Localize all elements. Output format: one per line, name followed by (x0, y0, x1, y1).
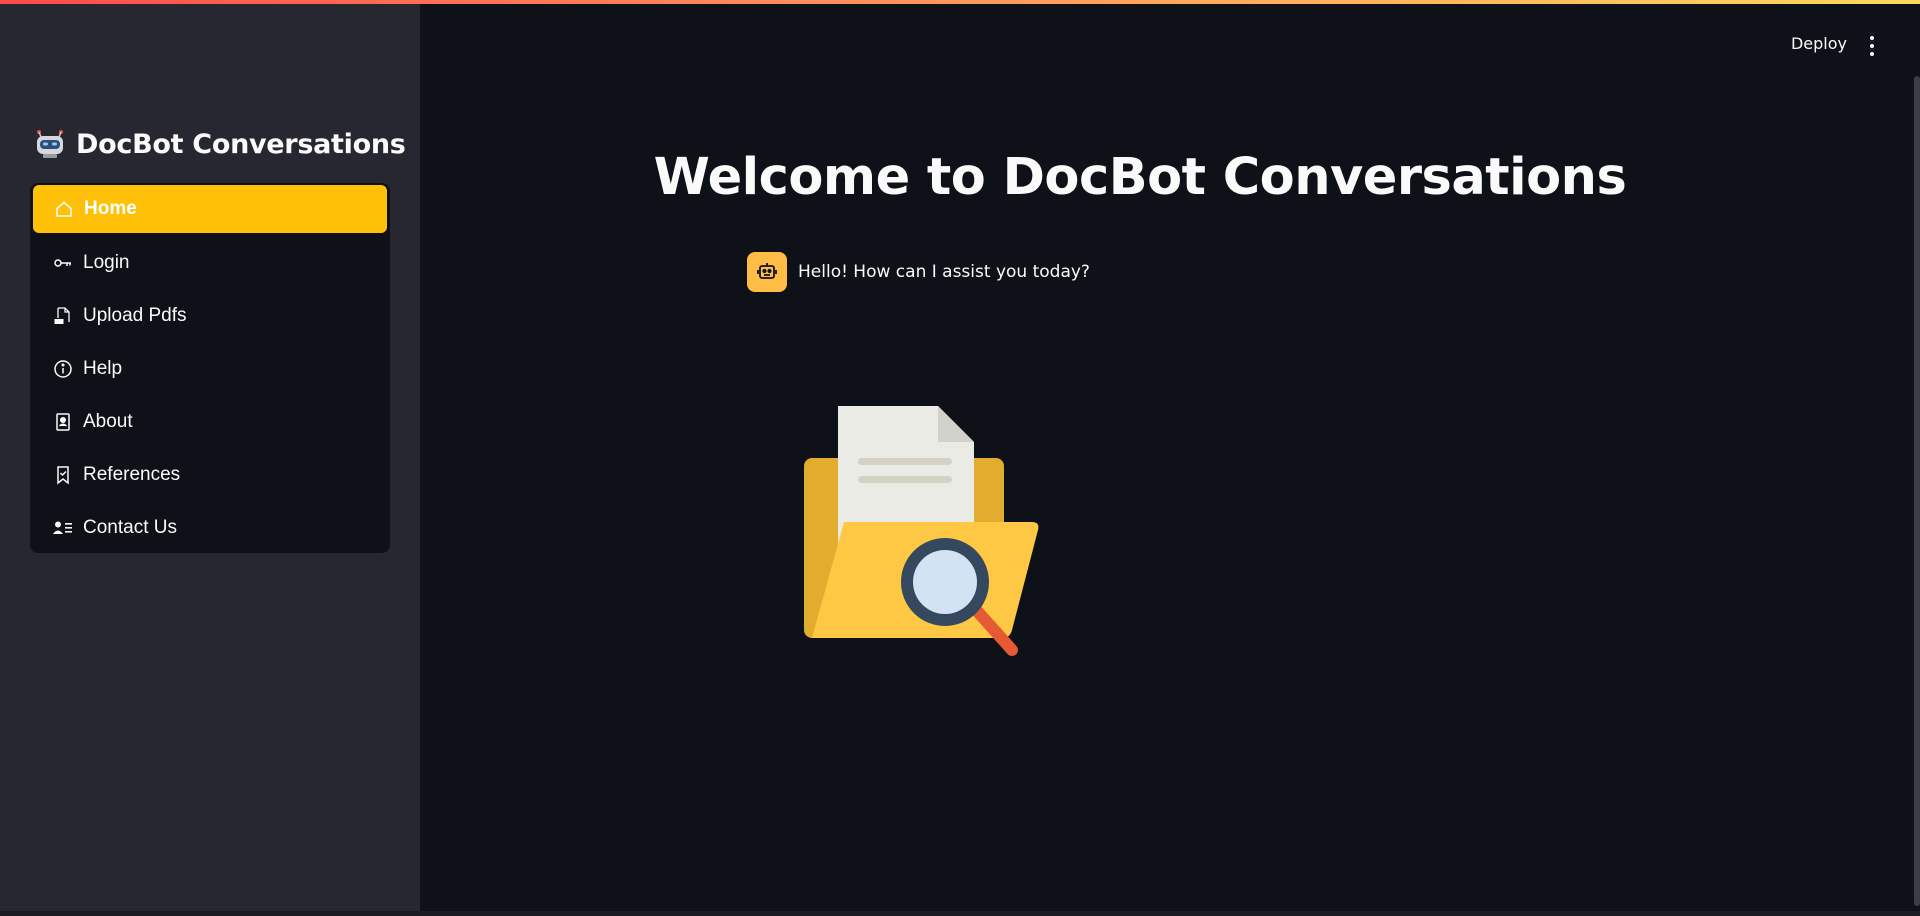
robot-emoji-icon (34, 128, 66, 160)
sidebar-item-login[interactable]: Login (32, 239, 388, 287)
deploy-button[interactable]: Deploy (1791, 34, 1847, 53)
bot-avatar-icon (747, 252, 787, 292)
sidebar-item-label: Contact Us (83, 517, 177, 538)
person-card-icon (52, 411, 74, 433)
contact-list-icon (52, 517, 74, 539)
app-title: DocBot Conversations (76, 128, 406, 160)
sidebar-item-references[interactable]: References (32, 451, 388, 499)
main-menu-kebab-icon[interactable] (1868, 36, 1876, 56)
chat-message-text: Hello! How can I assist you today? (798, 262, 1090, 282)
sidebar-item-label: References (83, 464, 181, 485)
top-decoration-bar (0, 0, 1920, 4)
main-scrollbar[interactable] (1914, 76, 1920, 906)
info-circle-icon (52, 358, 74, 380)
sidebar-item-help[interactable]: Help (32, 345, 388, 393)
sidebar-item-contact-us[interactable]: Contact Us (32, 504, 388, 552)
folder-search-illustration (800, 400, 1060, 670)
pdf-file-icon (52, 305, 74, 327)
bookmark-icon (52, 464, 74, 486)
bottom-window-edge (0, 911, 1920, 916)
page-title: Welcome to DocBot Conversations (653, 148, 1627, 207)
sidebar-item-upload-pdfs[interactable]: Upload Pdfs (32, 292, 388, 340)
sidebar-nav-menu: Home Login Upload Pdfs Help About Refere… (30, 183, 390, 553)
sidebar-item-label: Help (83, 358, 123, 379)
key-icon (52, 252, 74, 274)
sidebar-item-label: About (83, 411, 133, 432)
main-content: Deploy Welcome to DocBot Conversations H… (420, 0, 1920, 911)
chat-message: Hello! How can I assist you today? (747, 252, 1090, 292)
sidebar-item-label: Upload Pdfs (83, 305, 187, 326)
sidebar-item-about[interactable]: About (32, 398, 388, 446)
house-icon (53, 198, 75, 220)
sidebar-item-label: Home (84, 198, 137, 219)
sidebar-item-home[interactable]: Home (32, 184, 388, 234)
sidebar-title: DocBot Conversations (34, 124, 406, 164)
sidebar-item-label: Login (83, 252, 130, 273)
sidebar: DocBot Conversations Home Login Upload P… (0, 0, 420, 911)
